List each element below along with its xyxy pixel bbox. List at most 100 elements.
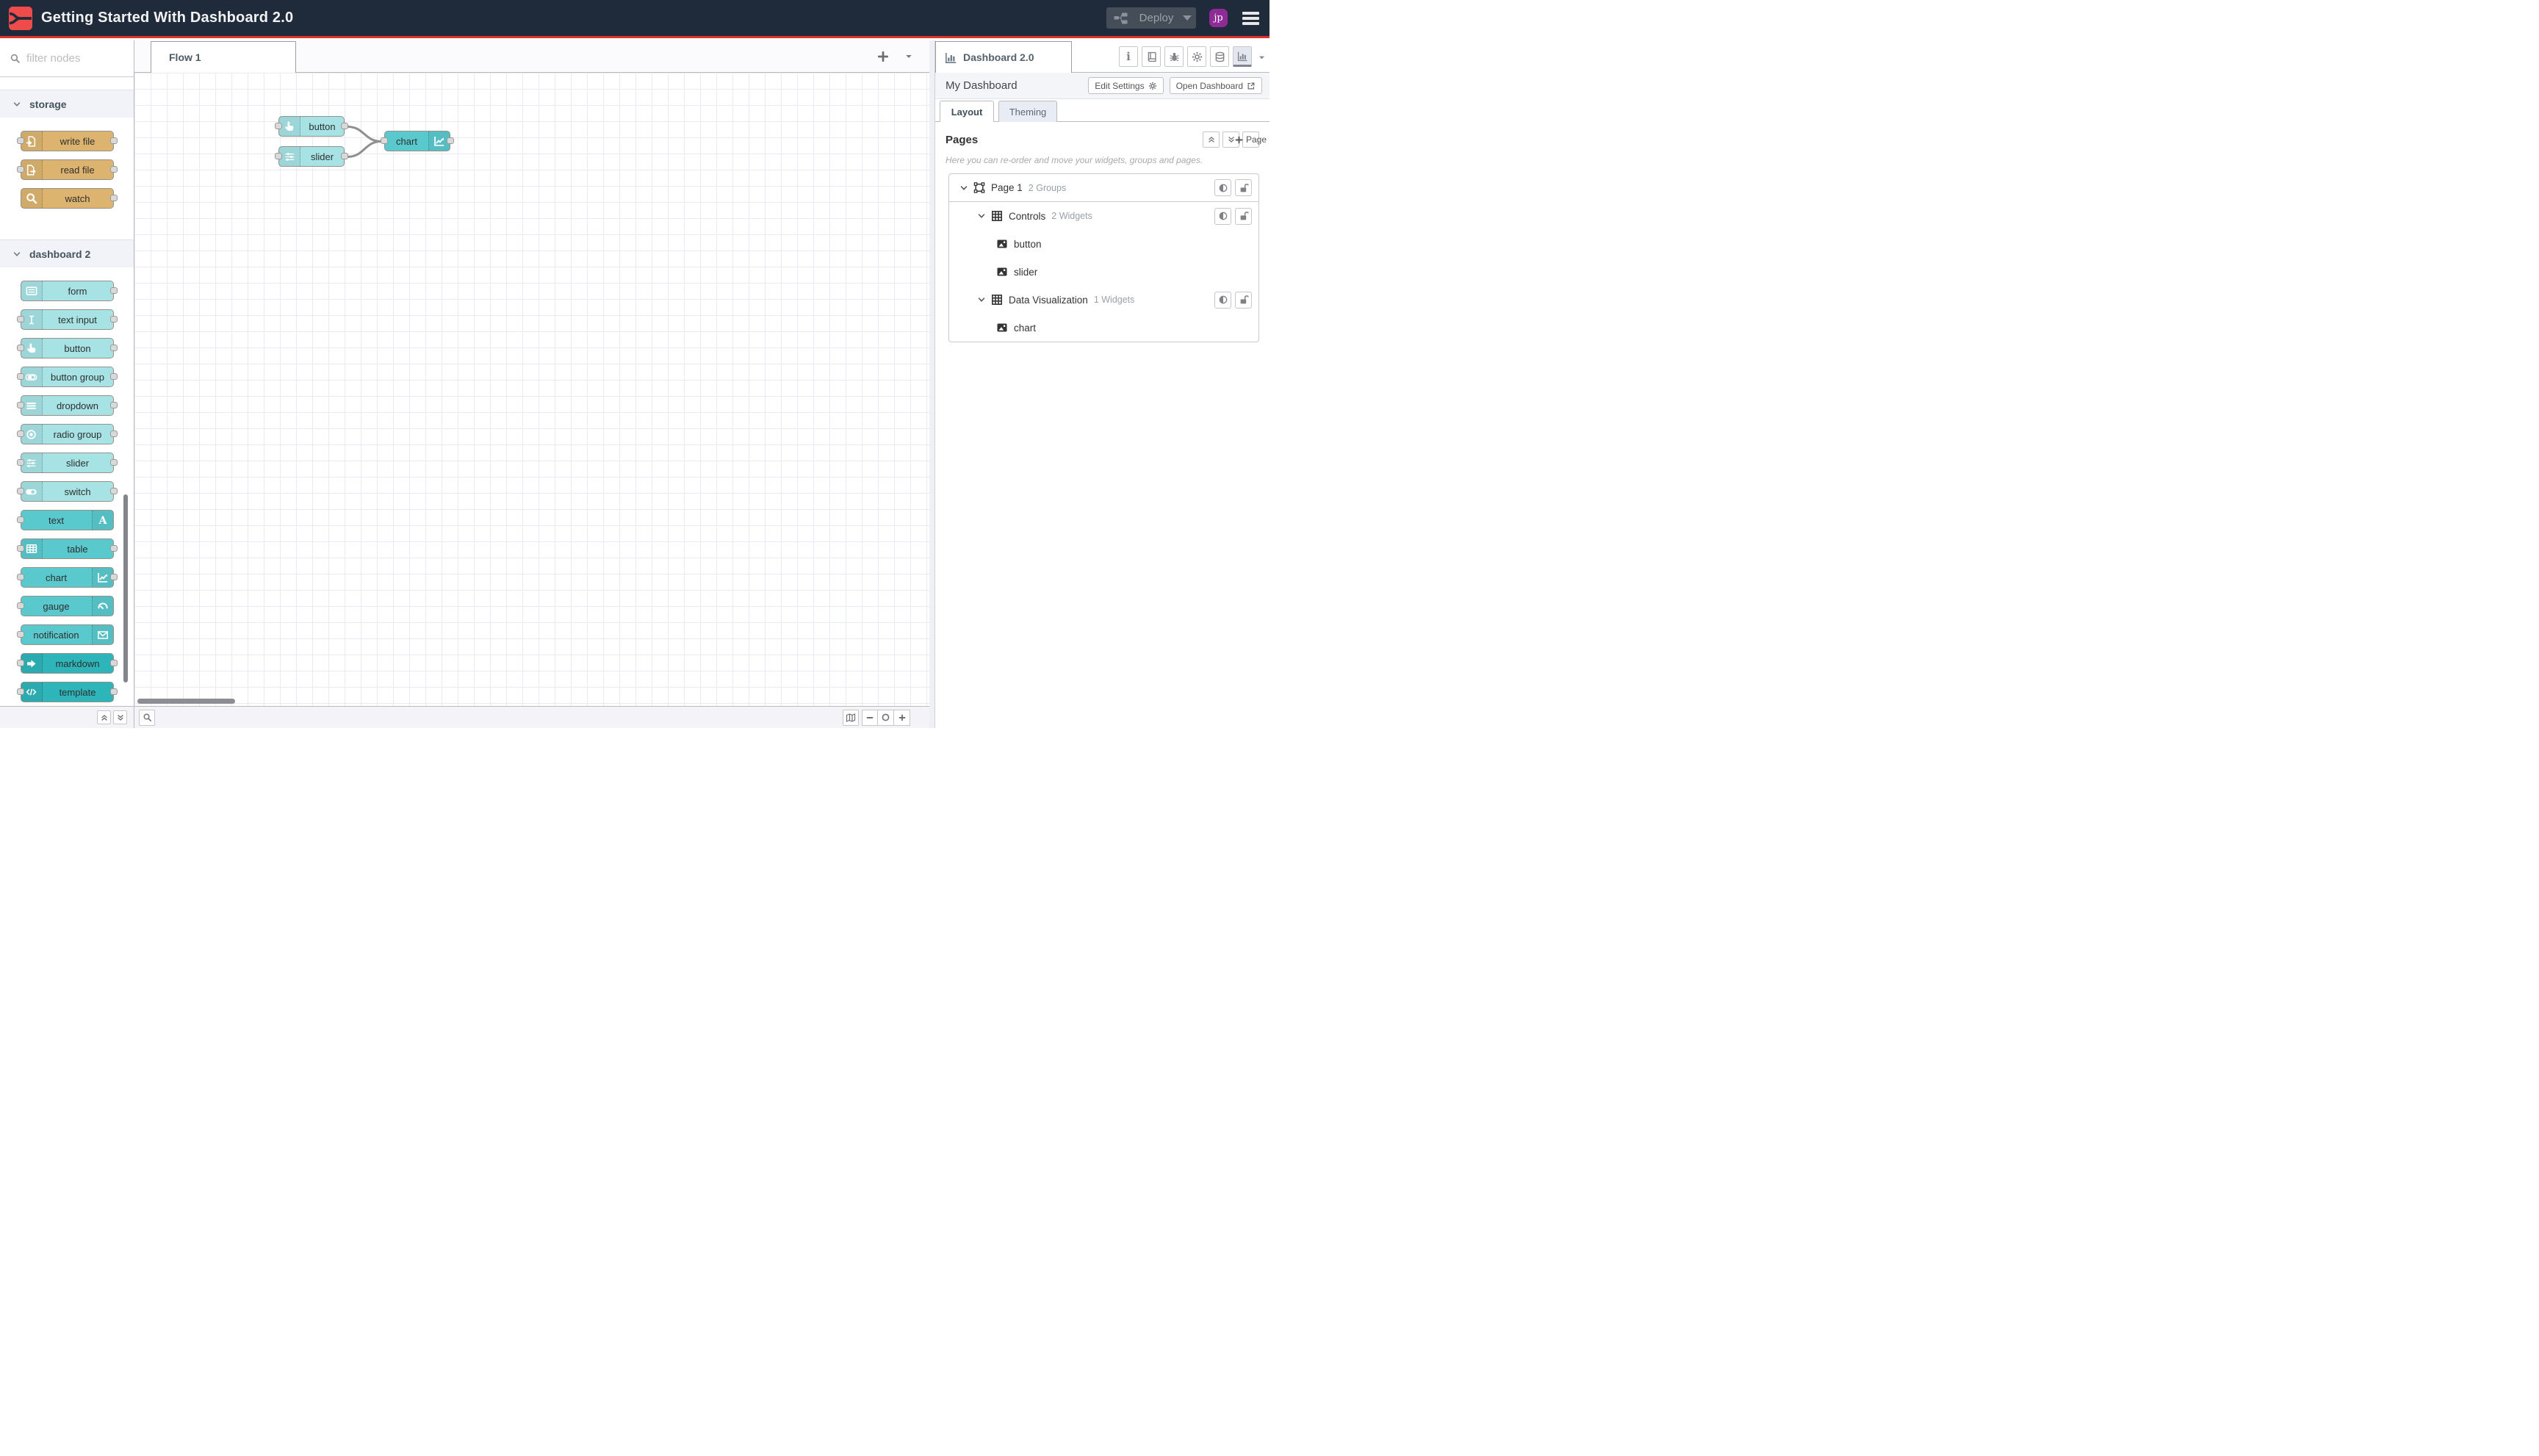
palette-section-storage[interactable]: storage xyxy=(0,90,134,118)
plus-icon xyxy=(1235,136,1243,144)
page-icon xyxy=(973,182,985,194)
node-input-port xyxy=(16,166,24,173)
palette-expand-all-button[interactable] xyxy=(113,710,127,724)
flow-node-button[interactable]: button xyxy=(275,116,348,137)
flow-node-slider[interactable]: slider xyxy=(275,146,348,167)
wire-slider-to-chart[interactable] xyxy=(346,140,383,158)
palette-node-chart[interactable]: chart xyxy=(16,567,118,588)
wire-button-to-chart[interactable] xyxy=(346,126,383,143)
visibility-toggle-button[interactable] xyxy=(1214,207,1231,225)
tree-row-Controls[interactable]: Controls 2 Widgets xyxy=(949,202,1258,230)
sidebar-menu-caret-icon[interactable] xyxy=(1257,53,1267,62)
move-page-up-button[interactable] xyxy=(1203,131,1220,148)
visibility-toggle-button[interactable] xyxy=(1214,291,1231,309)
zoom-reset-button[interactable] xyxy=(878,709,894,726)
tab-layout[interactable]: Layout xyxy=(940,101,994,122)
tree-collapse-chevron-icon[interactable] xyxy=(958,182,969,193)
wires-layer xyxy=(346,126,383,158)
palette-node-notification[interactable]: notification xyxy=(16,624,114,645)
navigator-map-button[interactable] xyxy=(843,709,859,726)
file-export-icon xyxy=(26,164,37,176)
palette-node-read-file[interactable]: read file xyxy=(16,159,118,180)
palette-node-radio-group[interactable]: radio group xyxy=(16,424,118,444)
tab-flow-1[interactable]: Flow 1 xyxy=(151,41,296,73)
sidebar-tool-info-button[interactable]: i xyxy=(1119,46,1138,67)
palette-section-dashboard-2[interactable]: dashboard 2 xyxy=(0,239,134,267)
lock-toggle-button[interactable] xyxy=(1235,179,1252,196)
node-input-port xyxy=(16,660,24,666)
user-avatar[interactable]: jp xyxy=(1209,9,1228,27)
node-output-port[interactable] xyxy=(341,123,348,129)
tab-dashboard-2[interactable]: Dashboard 2.0 xyxy=(935,41,1072,73)
node-output-port[interactable] xyxy=(341,153,348,159)
palette-scrollbar[interactable] xyxy=(123,494,128,682)
canvas-horizontal-scrollbar[interactable] xyxy=(137,699,235,704)
deploy-options-caret-icon[interactable] xyxy=(1183,15,1192,21)
palette-section-label: storage xyxy=(29,98,67,110)
main-menu-button[interactable] xyxy=(1241,9,1261,28)
palette-node-dropdown[interactable]: dropdown xyxy=(16,395,118,416)
tree-item-label: Data Visualization xyxy=(1009,294,1088,306)
edit-settings-button[interactable]: Edit Settings xyxy=(1088,77,1164,94)
tree-item-label: Page 1 xyxy=(991,182,1023,193)
palette-node-gauge[interactable]: gauge xyxy=(16,596,114,616)
add-page-button[interactable]: Page xyxy=(1235,131,1267,148)
palette-node-template[interactable]: template xyxy=(16,682,118,702)
node-input-port[interactable] xyxy=(275,153,282,159)
flow-canvas[interactable]: button slider chart xyxy=(134,73,929,706)
image-icon xyxy=(996,266,1008,278)
palette-collapse-all-button[interactable] xyxy=(97,710,111,724)
palette-node-switch[interactable]: switch xyxy=(16,481,118,502)
lock-toggle-button[interactable] xyxy=(1235,291,1252,309)
node-label: slider xyxy=(310,151,334,162)
zoom-in-button[interactable] xyxy=(894,709,910,726)
lock-toggle-button[interactable] xyxy=(1235,207,1252,225)
sidebar-tool-db-button[interactable] xyxy=(1210,46,1229,67)
tree-row-button[interactable]: button xyxy=(949,230,1258,258)
add-flow-button[interactable] xyxy=(875,48,891,65)
palette-node-button-group[interactable]: button group xyxy=(16,367,118,387)
tree-row-slider[interactable]: slider xyxy=(949,258,1258,286)
palette-node-text[interactable]: Atext xyxy=(16,510,114,530)
palette-node-form[interactable]: form xyxy=(20,281,118,301)
flow-node-chart[interactable]: chart xyxy=(381,131,454,151)
node-output-port xyxy=(109,402,118,408)
sidebar-tool-book-button[interactable] xyxy=(1142,46,1161,67)
palette-node-button[interactable]: button xyxy=(16,338,118,358)
tree-row-chart[interactable]: chart xyxy=(949,314,1258,342)
sidebar-tool-gear-button[interactable] xyxy=(1187,46,1206,67)
palette-node-text-input[interactable]: text input xyxy=(16,309,118,330)
hand-pointer-icon xyxy=(26,342,37,354)
tree-row-Page-1[interactable]: Page 1 2 Groups xyxy=(949,174,1258,202)
palette-search-input[interactable] xyxy=(26,52,124,65)
add-page-label: Page xyxy=(1245,134,1267,145)
node-output-port[interactable] xyxy=(447,137,454,144)
tree-row-Data-Visualization[interactable]: Data Visualization 1 Widgets xyxy=(949,286,1258,314)
line-chart-icon xyxy=(97,572,109,583)
node-label: form xyxy=(68,285,87,297)
bars-icon xyxy=(26,400,37,411)
tree-collapse-chevron-icon[interactable] xyxy=(976,211,987,222)
canvas-footer xyxy=(134,706,929,728)
dashboard-sidebar: Dashboard 2.0 i My Dashboard Edit Settin… xyxy=(935,40,1270,728)
visibility-toggle-button[interactable] xyxy=(1214,179,1231,196)
sidebar-resize-handle[interactable] xyxy=(929,40,935,728)
open-dashboard-button[interactable]: Open Dashboard xyxy=(1169,77,1262,94)
tree-collapse-chevron-icon[interactable] xyxy=(976,295,987,306)
tab-theming[interactable]: Theming xyxy=(998,101,1057,122)
sidebar-tool-bug-button[interactable] xyxy=(1164,46,1184,67)
palette-footer xyxy=(0,706,134,728)
palette-node-markdown[interactable]: markdown xyxy=(16,653,118,674)
canvas-search-button[interactable] xyxy=(139,709,155,726)
zoom-out-button[interactable] xyxy=(862,709,878,726)
node-input-port[interactable] xyxy=(275,123,282,129)
palette-node-watch[interactable]: watch xyxy=(20,188,118,209)
palette-node-write-file[interactable]: write file xyxy=(16,131,118,151)
deploy-button[interactable]: Deploy xyxy=(1106,7,1196,29)
node-input-port[interactable] xyxy=(381,137,388,144)
sidebar-tool-bar-chart-button[interactable] xyxy=(1233,46,1252,67)
palette-node-table[interactable]: table xyxy=(16,538,118,559)
palette-node-slider[interactable]: slider xyxy=(16,453,118,473)
flow-list-caret-icon[interactable] xyxy=(903,51,915,62)
node-label: chart xyxy=(396,135,417,147)
